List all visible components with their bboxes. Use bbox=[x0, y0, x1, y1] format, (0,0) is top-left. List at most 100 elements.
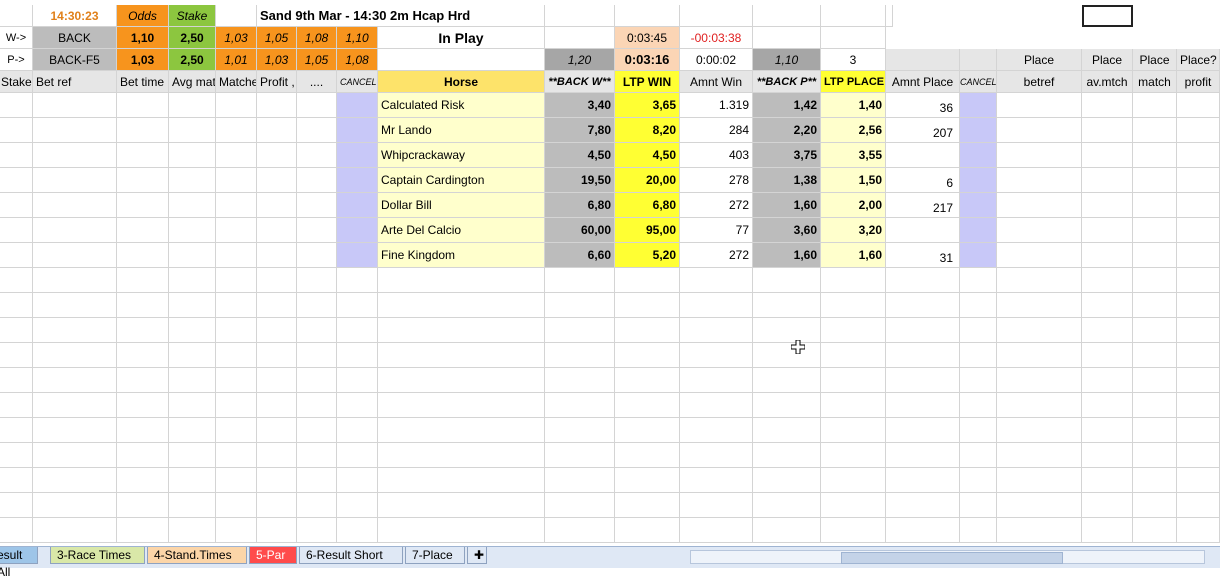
cell[interactable] bbox=[297, 418, 337, 443]
cell[interactable] bbox=[753, 468, 821, 493]
cell[interactable] bbox=[615, 443, 680, 468]
cell[interactable] bbox=[886, 393, 960, 418]
cell[interactable] bbox=[169, 393, 216, 418]
cell[interactable] bbox=[0, 268, 33, 293]
cell[interactable] bbox=[337, 393, 378, 418]
cell[interactable] bbox=[216, 243, 257, 268]
cell[interactable] bbox=[753, 418, 821, 443]
cell[interactable] bbox=[753, 443, 821, 468]
amount-place[interactable] bbox=[886, 143, 960, 168]
cell[interactable] bbox=[1082, 268, 1133, 293]
cell[interactable] bbox=[680, 493, 753, 518]
place-hdr[interactable]: Place bbox=[1133, 49, 1177, 71]
cell[interactable] bbox=[33, 368, 117, 393]
place-hdr[interactable]: Place? bbox=[1177, 49, 1220, 71]
cell[interactable] bbox=[169, 293, 216, 318]
cell[interactable] bbox=[615, 343, 680, 368]
cell[interactable] bbox=[297, 393, 337, 418]
cell[interactable] bbox=[1082, 343, 1133, 368]
cell[interactable] bbox=[169, 118, 216, 143]
back-w-odds[interactable]: 60,00 bbox=[545, 218, 615, 243]
cell[interactable] bbox=[117, 193, 169, 218]
cell[interactable] bbox=[1133, 393, 1177, 418]
cell[interactable] bbox=[1177, 343, 1220, 368]
cell[interactable] bbox=[257, 243, 297, 268]
cell[interactable] bbox=[0, 293, 33, 318]
cell[interactable] bbox=[216, 118, 257, 143]
cell[interactable] bbox=[821, 293, 886, 318]
cell[interactable] bbox=[216, 168, 257, 193]
cell[interactable] bbox=[753, 493, 821, 518]
cell[interactable] bbox=[1133, 443, 1177, 468]
horse-name[interactable]: Arte Del Calcio bbox=[378, 218, 545, 243]
cell[interactable] bbox=[169, 268, 216, 293]
cell[interactable] bbox=[169, 93, 216, 118]
cell[interactable] bbox=[680, 343, 753, 368]
hdr-cancel-2[interactable]: CANCEL bbox=[960, 71, 997, 93]
cell[interactable] bbox=[257, 118, 297, 143]
cell[interactable] bbox=[1082, 518, 1133, 543]
cell[interactable] bbox=[117, 118, 169, 143]
cell[interactable] bbox=[615, 493, 680, 518]
cell[interactable] bbox=[378, 418, 545, 443]
cell[interactable] bbox=[33, 393, 117, 418]
cell[interactable] bbox=[0, 93, 33, 118]
back-p-value[interactable]: 1,10 bbox=[753, 49, 821, 71]
cell[interactable] bbox=[337, 243, 378, 268]
cell[interactable] bbox=[960, 293, 997, 318]
cell[interactable] bbox=[337, 218, 378, 243]
cell[interactable] bbox=[0, 318, 33, 343]
cell[interactable] bbox=[257, 268, 297, 293]
cell[interactable] bbox=[960, 493, 997, 518]
w-step[interactable]: 1,10 bbox=[337, 27, 378, 49]
hdr-back-w[interactable]: **BACK W** bbox=[545, 71, 615, 93]
cell[interactable] bbox=[297, 368, 337, 393]
cell[interactable] bbox=[337, 368, 378, 393]
back-p-odds[interactable]: 1,60 bbox=[753, 243, 821, 268]
cell[interactable] bbox=[257, 418, 297, 443]
selected-cell[interactable] bbox=[1082, 5, 1133, 27]
cell[interactable] bbox=[821, 318, 886, 343]
cell[interactable] bbox=[0, 168, 33, 193]
cell[interactable] bbox=[1133, 218, 1177, 243]
cell[interactable] bbox=[257, 443, 297, 468]
cell[interactable] bbox=[545, 268, 615, 293]
amount-win[interactable]: 77 bbox=[680, 218, 753, 243]
hdr-cancel[interactable]: CANCEL bbox=[337, 71, 378, 93]
cell[interactable] bbox=[337, 418, 378, 443]
amount-place[interactable]: 217 bbox=[886, 193, 960, 218]
w-stake[interactable]: 2,50 bbox=[169, 27, 216, 49]
cell[interactable] bbox=[33, 268, 117, 293]
back-p-odds[interactable]: 3,75 bbox=[753, 143, 821, 168]
cell[interactable] bbox=[33, 243, 117, 268]
cell[interactable] bbox=[33, 118, 117, 143]
cell[interactable] bbox=[997, 168, 1082, 193]
cell[interactable] bbox=[297, 118, 337, 143]
cell[interactable] bbox=[33, 468, 117, 493]
cell[interactable] bbox=[960, 243, 997, 268]
cell[interactable] bbox=[337, 293, 378, 318]
cell[interactable] bbox=[960, 443, 997, 468]
cell[interactable] bbox=[960, 143, 997, 168]
cell[interactable] bbox=[297, 493, 337, 518]
ltp-place[interactable]: 2,56 bbox=[821, 118, 886, 143]
cell[interactable] bbox=[257, 193, 297, 218]
cell[interactable] bbox=[1177, 468, 1220, 493]
cell[interactable] bbox=[1177, 143, 1220, 168]
cell[interactable] bbox=[257, 393, 297, 418]
cell[interactable] bbox=[169, 143, 216, 168]
cell[interactable] bbox=[997, 293, 1082, 318]
cell[interactable] bbox=[997, 443, 1082, 468]
cell[interactable] bbox=[297, 168, 337, 193]
cell[interactable] bbox=[545, 518, 615, 543]
w-bet-type[interactable]: BACK bbox=[33, 27, 117, 49]
cell[interactable] bbox=[378, 268, 545, 293]
cell[interactable] bbox=[337, 118, 378, 143]
cell[interactable] bbox=[960, 93, 997, 118]
horse-name[interactable]: Dollar Bill bbox=[378, 193, 545, 218]
cell[interactable] bbox=[297, 443, 337, 468]
ltp-win[interactable]: 3,65 bbox=[615, 93, 680, 118]
cell[interactable] bbox=[960, 343, 997, 368]
cell[interactable] bbox=[257, 318, 297, 343]
cell[interactable] bbox=[1082, 193, 1133, 218]
